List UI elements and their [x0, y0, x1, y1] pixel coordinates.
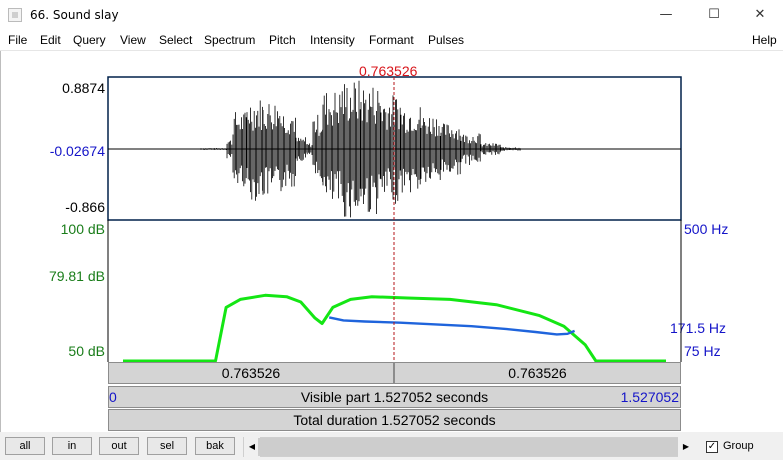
visible-part-bar[interactable]: Visible part 1.527052 seconds — [108, 386, 681, 408]
title-bar: 66. Sound slay — ☐ ✕ — [0, 0, 783, 30]
menu-formant[interactable]: Formant — [369, 33, 414, 47]
menu-view[interactable]: View — [120, 33, 146, 47]
visible-part-text: Visible part 1.527052 seconds — [300, 389, 489, 405]
visible-end-label: 1.527052 — [620, 389, 679, 405]
menu-query[interactable]: Query — [73, 33, 106, 47]
group-label: Group — [723, 440, 754, 452]
minimize-button[interactable]: — — [643, 0, 689, 30]
maximize-button[interactable]: ☐ — [691, 0, 737, 30]
group-checkbox[interactable]: ✓ — [706, 441, 718, 453]
app-icon — [8, 8, 22, 22]
window-title: 66. Sound slay — [30, 8, 119, 22]
bottom-controls: all in out sel bak ◀ ▶ ✓ Group — [0, 432, 783, 460]
menu-select[interactable]: Select — [159, 33, 192, 47]
scroll-thumb[interactable] — [258, 438, 678, 456]
pitch-curve — [328, 316, 576, 336]
sound-editor-area: 0.763526 0.8874 -0.02674 -0.866 100 dB 7… — [0, 51, 783, 432]
segment-left-duration: 0.763526 — [221, 365, 281, 381]
zoom-out-button[interactable]: out — [99, 437, 139, 455]
zoom-back-button[interactable]: bak — [195, 437, 235, 455]
menu-pitch[interactable]: Pitch — [269, 33, 296, 47]
menu-help[interactable]: Help — [752, 33, 777, 47]
total-duration-bar[interactable]: Total duration 1.527052 seconds — [108, 409, 681, 431]
menu-file[interactable]: File — [8, 33, 27, 47]
close-button[interactable]: ✕ — [737, 0, 783, 30]
menu-pulses[interactable]: Pulses — [428, 33, 464, 47]
segment-right-bar[interactable]: 0.763526 — [394, 362, 681, 384]
total-duration-text: Total duration 1.527052 seconds — [293, 412, 496, 428]
segment-left-bar[interactable]: 0.763526 — [108, 362, 394, 384]
segment-right-duration: 0.763526 — [508, 365, 567, 381]
menu-bar: File Edit Query View Select Spectrum Pit… — [0, 30, 783, 51]
menu-edit[interactable]: Edit — [40, 33, 61, 47]
zoom-in-button[interactable]: in — [52, 437, 92, 455]
menu-intensity[interactable]: Intensity — [310, 33, 355, 47]
menu-spectrum[interactable]: Spectrum — [204, 33, 255, 47]
visible-start-label: 0 — [109, 389, 117, 405]
checkmark-icon: ✓ — [707, 441, 717, 452]
scroll-right-icon[interactable]: ▶ — [678, 437, 694, 457]
all-button[interactable]: all — [5, 437, 45, 455]
editor-canvas[interactable]: 0.763526 0.8874 -0.02674 -0.866 100 dB 7… — [0, 51, 783, 432]
zoom-selection-button[interactable]: sel — [147, 437, 187, 455]
